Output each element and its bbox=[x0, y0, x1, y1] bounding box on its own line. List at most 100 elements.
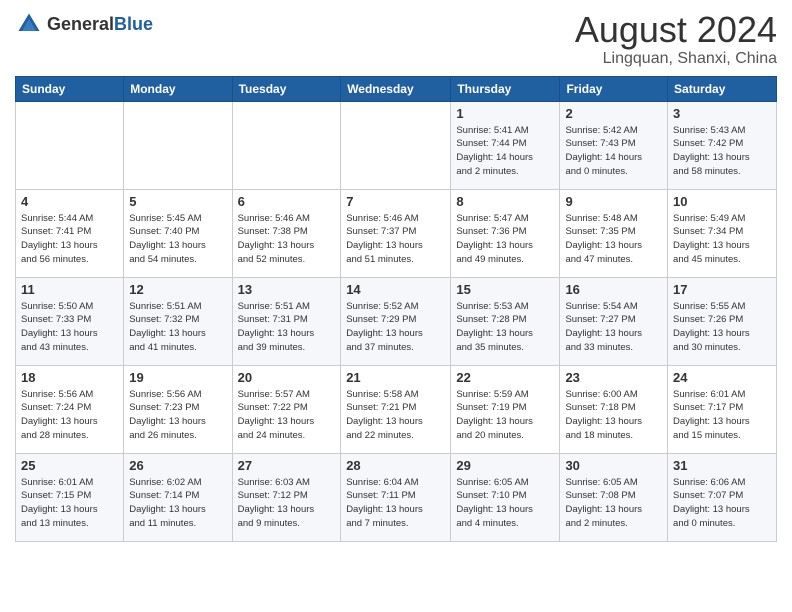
weekday-header: Saturday bbox=[668, 76, 777, 101]
title-block: August 2024 Lingquan, Shanxi, China bbox=[575, 10, 777, 68]
day-number: 1 bbox=[456, 106, 554, 121]
logo-blue: Blue bbox=[114, 14, 153, 34]
day-info: Sunrise: 5:48 AM Sunset: 7:35 PM Dayligh… bbox=[565, 212, 662, 267]
day-info: Sunrise: 6:01 AM Sunset: 7:17 PM Dayligh… bbox=[673, 388, 771, 443]
day-info: Sunrise: 5:46 AM Sunset: 7:37 PM Dayligh… bbox=[346, 212, 445, 267]
calendar-cell: 9 Sunrise: 5:48 AM Sunset: 7:35 PM Daylig… bbox=[560, 189, 668, 277]
day-info: Sunrise: 5:49 AM Sunset: 7:34 PM Dayligh… bbox=[673, 212, 771, 267]
day-info: Sunrise: 6:03 AM Sunset: 7:12 PM Dayligh… bbox=[238, 476, 336, 531]
calendar-cell: 28Sunrise: 6:04 AM Sunset: 7:11 PM Dayli… bbox=[341, 453, 451, 541]
day-info: Sunrise: 5:53 AM Sunset: 7:28 PM Dayligh… bbox=[456, 300, 554, 355]
weekday-header-row: SundayMondayTuesdayWednesdayThursdayFrid… bbox=[16, 76, 777, 101]
calendar-cell: 20 Sunrise: 5:57 AM Sunset: 7:22 PM Dayli… bbox=[232, 365, 341, 453]
day-number: 27 bbox=[238, 458, 336, 473]
calendar-cell: 8 Sunrise: 5:47 AM Sunset: 7:36 PM Daylig… bbox=[451, 189, 560, 277]
day-info: Sunrise: 6:02 AM Sunset: 7:14 PM Dayligh… bbox=[129, 476, 226, 531]
day-number: 9 bbox=[565, 194, 662, 209]
day-info: Sunrise: 5:56 AM Sunset: 7:24 PM Dayligh… bbox=[21, 388, 118, 443]
calendar-cell: 24 Sunrise: 6:01 AM Sunset: 7:17 PM Dayli… bbox=[668, 365, 777, 453]
calendar-week-row: 1 Sunrise: 5:41 AM Sunset: 7:44 PM Daylig… bbox=[16, 101, 777, 189]
day-info: Sunrise: 5:46 AM Sunset: 7:38 PM Dayligh… bbox=[238, 212, 336, 267]
day-number: 25 bbox=[21, 458, 118, 473]
day-info: Sunrise: 5:50 AM Sunset: 7:33 PM Dayligh… bbox=[21, 300, 118, 355]
calendar-cell: 7Sunrise: 5:46 AM Sunset: 7:37 PM Daylig… bbox=[341, 189, 451, 277]
page-header: GeneralBlue August 2024 Lingquan, Shanxi… bbox=[15, 10, 777, 68]
weekday-header: Friday bbox=[560, 76, 668, 101]
day-number: 13 bbox=[238, 282, 336, 297]
day-number: 6 bbox=[238, 194, 336, 209]
calendar-cell bbox=[124, 101, 232, 189]
day-info: Sunrise: 5:45 AM Sunset: 7:40 PM Dayligh… bbox=[129, 212, 226, 267]
day-number: 8 bbox=[456, 194, 554, 209]
day-info: Sunrise: 5:47 AM Sunset: 7:36 PM Dayligh… bbox=[456, 212, 554, 267]
day-number: 2 bbox=[565, 106, 662, 121]
day-number: 21 bbox=[346, 370, 445, 385]
day-info: Sunrise: 5:41 AM Sunset: 7:44 PM Dayligh… bbox=[456, 124, 554, 179]
calendar-cell: 19 Sunrise: 5:56 AM Sunset: 7:23 PM Dayli… bbox=[124, 365, 232, 453]
day-info: Sunrise: 5:43 AM Sunset: 7:42 PM Dayligh… bbox=[673, 124, 771, 179]
day-number: 3 bbox=[673, 106, 771, 121]
day-info: Sunrise: 6:00 AM Sunset: 7:18 PM Dayligh… bbox=[565, 388, 662, 443]
day-info: Sunrise: 5:42 AM Sunset: 7:43 PM Dayligh… bbox=[565, 124, 662, 179]
calendar-cell: 29 Sunrise: 6:05 AM Sunset: 7:10 PM Dayli… bbox=[451, 453, 560, 541]
day-number: 14 bbox=[346, 282, 445, 297]
day-number: 20 bbox=[238, 370, 336, 385]
day-number: 17 bbox=[673, 282, 771, 297]
calendar-cell: 25Sunrise: 6:01 AM Sunset: 7:15 PM Dayli… bbox=[16, 453, 124, 541]
day-number: 29 bbox=[456, 458, 554, 473]
weekday-header: Wednesday bbox=[341, 76, 451, 101]
calendar-cell: 13 Sunrise: 5:51 AM Sunset: 7:31 PM Dayli… bbox=[232, 277, 341, 365]
calendar-week-row: 11 Sunrise: 5:50 AM Sunset: 7:33 PM Dayli… bbox=[16, 277, 777, 365]
calendar-table: SundayMondayTuesdayWednesdayThursdayFrid… bbox=[15, 76, 777, 542]
day-info: Sunrise: 6:05 AM Sunset: 7:08 PM Dayligh… bbox=[565, 476, 662, 531]
day-info: Sunrise: 5:56 AM Sunset: 7:23 PM Dayligh… bbox=[129, 388, 226, 443]
day-info: Sunrise: 5:59 AM Sunset: 7:19 PM Dayligh… bbox=[456, 388, 554, 443]
calendar-cell: 27 Sunrise: 6:03 AM Sunset: 7:12 PM Dayli… bbox=[232, 453, 341, 541]
day-info: Sunrise: 5:52 AM Sunset: 7:29 PM Dayligh… bbox=[346, 300, 445, 355]
day-info: Sunrise: 5:57 AM Sunset: 7:22 PM Dayligh… bbox=[238, 388, 336, 443]
day-info: Sunrise: 6:06 AM Sunset: 7:07 PM Dayligh… bbox=[673, 476, 771, 531]
weekday-header: Thursday bbox=[451, 76, 560, 101]
day-number: 15 bbox=[456, 282, 554, 297]
day-info: Sunrise: 6:05 AM Sunset: 7:10 PM Dayligh… bbox=[456, 476, 554, 531]
day-number: 26 bbox=[129, 458, 226, 473]
day-number: 22 bbox=[456, 370, 554, 385]
calendar-cell: 4 Sunrise: 5:44 AM Sunset: 7:41 PM Daylig… bbox=[16, 189, 124, 277]
logo-icon bbox=[15, 10, 43, 38]
day-number: 31 bbox=[673, 458, 771, 473]
calendar-cell bbox=[232, 101, 341, 189]
day-number: 16 bbox=[565, 282, 662, 297]
day-info: Sunrise: 5:44 AM Sunset: 7:41 PM Dayligh… bbox=[21, 212, 118, 267]
location: Lingquan, Shanxi, China bbox=[575, 50, 777, 68]
day-info: Sunrise: 5:54 AM Sunset: 7:27 PM Dayligh… bbox=[565, 300, 662, 355]
calendar-cell: 31 Sunrise: 6:06 AM Sunset: 7:07 PM Dayli… bbox=[668, 453, 777, 541]
day-info: Sunrise: 5:51 AM Sunset: 7:32 PM Dayligh… bbox=[129, 300, 226, 355]
day-info: Sunrise: 5:55 AM Sunset: 7:26 PM Dayligh… bbox=[673, 300, 771, 355]
calendar-week-row: 18Sunrise: 5:56 AM Sunset: 7:24 PM Dayli… bbox=[16, 365, 777, 453]
day-number: 24 bbox=[673, 370, 771, 385]
weekday-header: Sunday bbox=[16, 76, 124, 101]
calendar-cell bbox=[16, 101, 124, 189]
day-info: Sunrise: 5:51 AM Sunset: 7:31 PM Dayligh… bbox=[238, 300, 336, 355]
calendar-cell: 11 Sunrise: 5:50 AM Sunset: 7:33 PM Dayli… bbox=[16, 277, 124, 365]
calendar-cell: 26 Sunrise: 6:02 AM Sunset: 7:14 PM Dayli… bbox=[124, 453, 232, 541]
day-number: 12 bbox=[129, 282, 226, 297]
day-number: 10 bbox=[673, 194, 771, 209]
calendar-week-row: 4 Sunrise: 5:44 AM Sunset: 7:41 PM Daylig… bbox=[16, 189, 777, 277]
weekday-header: Tuesday bbox=[232, 76, 341, 101]
logo-general: General bbox=[47, 14, 114, 34]
day-number: 19 bbox=[129, 370, 226, 385]
day-number: 4 bbox=[21, 194, 118, 209]
logo: GeneralBlue bbox=[15, 10, 153, 38]
calendar-cell: 17 Sunrise: 5:55 AM Sunset: 7:26 PM Dayli… bbox=[668, 277, 777, 365]
day-info: Sunrise: 6:04 AM Sunset: 7:11 PM Dayligh… bbox=[346, 476, 445, 531]
day-number: 30 bbox=[565, 458, 662, 473]
calendar-cell: 30 Sunrise: 6:05 AM Sunset: 7:08 PM Dayli… bbox=[560, 453, 668, 541]
calendar-cell: 5Sunrise: 5:45 AM Sunset: 7:40 PM Daylig… bbox=[124, 189, 232, 277]
calendar-cell: 23Sunrise: 6:00 AM Sunset: 7:18 PM Dayli… bbox=[560, 365, 668, 453]
day-number: 11 bbox=[21, 282, 118, 297]
day-info: Sunrise: 5:58 AM Sunset: 7:21 PM Dayligh… bbox=[346, 388, 445, 443]
calendar-cell: 15 Sunrise: 5:53 AM Sunset: 7:28 PM Dayli… bbox=[451, 277, 560, 365]
weekday-header: Monday bbox=[124, 76, 232, 101]
calendar-cell: 22 Sunrise: 5:59 AM Sunset: 7:19 PM Dayli… bbox=[451, 365, 560, 453]
